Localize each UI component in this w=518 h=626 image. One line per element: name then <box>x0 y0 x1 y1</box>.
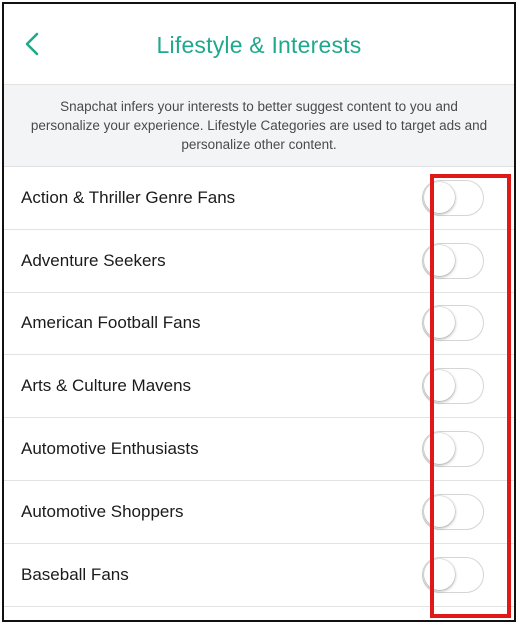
list-item-label: American Football Fans <box>21 313 201 333</box>
list-item: Baseball Fans <box>4 543 514 607</box>
page-title: Lifestyle & Interests <box>156 31 362 58</box>
toggle-switch[interactable] <box>422 305 484 342</box>
list-item: Adventure Seekers <box>4 229 514 293</box>
toggle-knob <box>424 370 455 402</box>
toggle-switch[interactable] <box>422 368 484 405</box>
list-item: Automotive Shoppers <box>4 480 514 544</box>
toggle-knob <box>424 307 455 339</box>
toggle-knob <box>424 181 455 213</box>
category-list: Action & Thriller Genre Fans Adventure Se… <box>4 167 514 607</box>
list-item-label: Adventure Seekers <box>21 250 166 270</box>
list-item-label: Arts & Culture Mavens <box>21 376 192 396</box>
toggle-knob <box>424 558 455 590</box>
toggle-knob <box>424 244 455 276</box>
toggle-switch[interactable] <box>422 556 484 593</box>
header: Lifestyle & Interests <box>4 4 514 85</box>
toggle-switch[interactable] <box>422 242 484 279</box>
chevron-left-icon <box>25 32 39 56</box>
toggle-switch[interactable] <box>422 431 484 468</box>
toggle-switch[interactable] <box>422 493 484 530</box>
list-item-label: Action & Thriller Genre Fans <box>21 187 236 207</box>
list-item: Action & Thriller Genre Fans <box>4 167 514 230</box>
list-item-label: Automotive Shoppers <box>21 501 184 521</box>
list-item: American Football Fans <box>4 292 514 356</box>
toggle-knob <box>424 495 455 527</box>
list-item-label: Automotive Enthusiasts <box>21 439 199 459</box>
back-button[interactable] <box>18 30 46 58</box>
description-text: Snapchat infers your interests to better… <box>4 85 514 167</box>
list-item: Arts & Culture Mavens <box>4 355 514 419</box>
toggle-switch[interactable] <box>422 179 484 216</box>
toggle-knob <box>424 433 455 465</box>
list-item: Automotive Enthusiasts <box>4 418 514 481</box>
list-item-label: Baseball Fans <box>21 564 129 584</box>
screen: Lifestyle & Interests Snapchat infers yo… <box>2 2 516 622</box>
